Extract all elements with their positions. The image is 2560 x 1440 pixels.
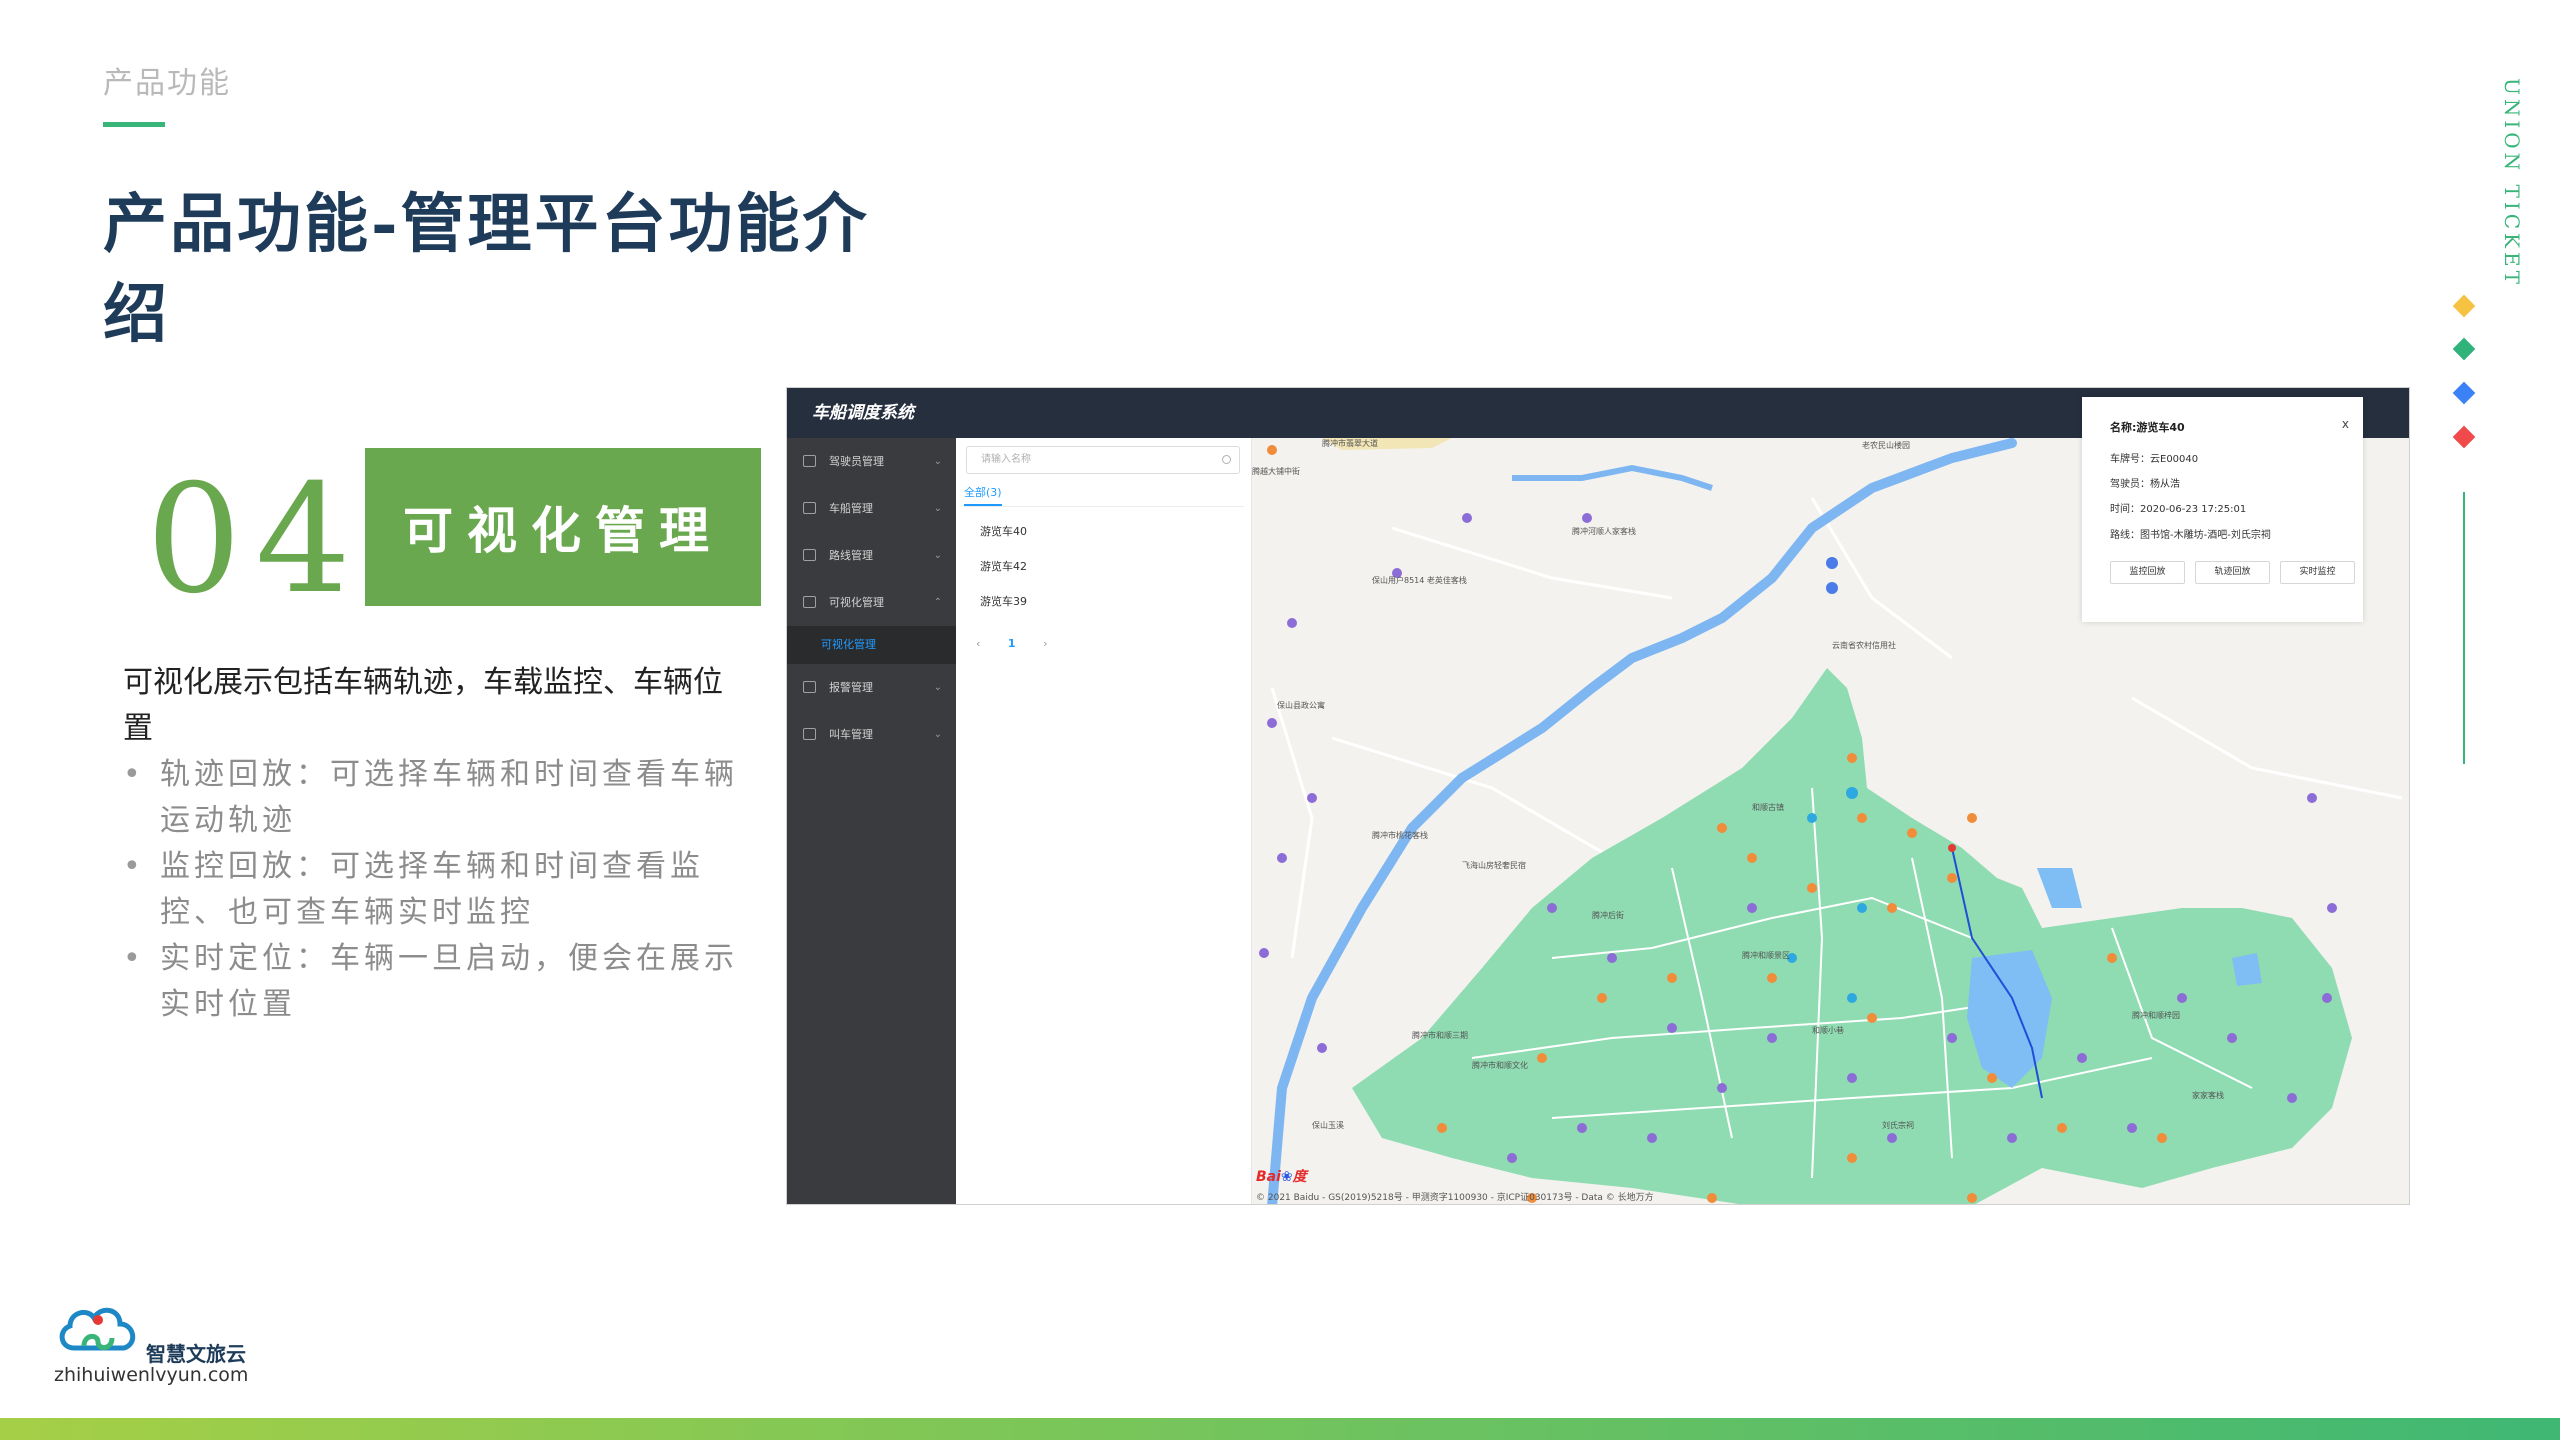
baidu-logo-text: Bai <box>1256 1169 1281 1185</box>
info-time: 时间：2020-06-23 17:25:01 <box>2110 504 2247 515</box>
vehicle-list: 游览车40 游览车42 游览车39 <box>980 524 1027 629</box>
chevron-down-icon: ⌄ <box>933 456 942 467</box>
brand-logo: 智慧文旅云 <box>54 1300 246 1366</box>
section-underline <box>103 122 165 127</box>
map-label: 腾冲市桃花客栈 <box>1372 830 1428 840</box>
map-label: 保山玉溪 <box>1312 1120 1344 1130</box>
map-label: 飞海山房轻奢民宿 <box>1462 860 1526 870</box>
vehicle-info-card: 名称:游览车40 x 车牌号：云E00040 驾驶员：杨从浩 时间：2020-0… <box>2082 397 2363 622</box>
car-icon <box>803 502 816 514</box>
vehicle-search-input[interactable]: 请输入名称 <box>966 446 1240 474</box>
chevron-down-icon: ⌄ <box>933 550 942 561</box>
menu-item-label: 路线管理 <box>829 549 873 562</box>
diamond-green <box>2452 337 2476 361</box>
search-icon[interactable] <box>1222 455 1231 464</box>
bullet-item: 监控回放：可选择车辆和时间查看监控、也可查车辆实时监控 <box>123 844 748 936</box>
map-label: 腾越大铺中街 <box>1252 466 1300 476</box>
map-label: 刘氏宗祠 <box>1882 1120 1914 1130</box>
tab-active-indicator <box>964 504 1002 506</box>
baidu-logo-suffix: 度 <box>1292 1169 1307 1185</box>
pagination: ‹ 1 › <box>976 637 1047 650</box>
menu-item-route[interactable]: 路线管理 ⌄ <box>787 532 956 579</box>
monitor-icon <box>803 596 816 608</box>
side-vertical-text: UNION TICKET <box>2500 78 2524 288</box>
vehicle-item[interactable]: 游览车39 <box>980 594 1027 629</box>
diamond-blue <box>2452 381 2476 405</box>
pager-current[interactable]: 1 <box>1008 637 1016 650</box>
brand-url: zhihuiwenlvyun.com <box>54 1364 249 1386</box>
feature-bullets: 轨迹回放：可选择车辆和时间查看车辆运动轨迹 监控回放：可选择车辆和时间查看监控、… <box>123 752 748 1028</box>
map-label: 腾冲市和顺三期 <box>1412 1030 1468 1040</box>
taxi-icon <box>803 728 816 740</box>
bullet-item: 轨迹回放：可选择车辆和时间查看车辆运动轨迹 <box>123 752 748 844</box>
app-title: 车船调度系统 <box>812 403 914 423</box>
map-label: 保山用户8514 老英佳客栈 <box>1372 575 1467 585</box>
close-icon[interactable]: x <box>2342 417 2349 431</box>
vehicle-panel: 请输入名称 全部(3) 游览车40 游览车42 游览车39 ‹ 1 › <box>956 438 1252 1204</box>
map-label: 云南省农村信用社 <box>1832 640 1896 650</box>
map-label: 腾冲市翡翠大道 <box>1322 438 1378 448</box>
chevron-down-icon: ⌄ <box>933 503 942 514</box>
feature-name-box: 可视化管理 <box>365 448 761 606</box>
diamond-yellow <box>2452 294 2476 318</box>
route-icon <box>803 549 816 561</box>
map-copyright: © 2021 Baidu - GS(2019)5218号 - 甲测资字11009… <box>1256 1193 1654 1203</box>
side-line <box>2463 492 2465 764</box>
map-label: 腾冲后街 <box>1592 910 1624 920</box>
info-route: 路线：图书馆-木雕坊-酒吧-刘氏宗祠 <box>2110 530 2271 541</box>
section-number: 04 <box>146 453 365 627</box>
cloud-logo-icon <box>59 1307 136 1351</box>
menu-item-label: 可视化管理 <box>829 596 884 609</box>
baidu-map-logo: Bai❀度 <box>1256 1166 1307 1186</box>
chevron-down-icon: ⌄ <box>933 682 942 693</box>
submenu-item-visual[interactable]: 可视化管理 <box>787 626 956 664</box>
map-label: 腾冲和顺景区 <box>1742 950 1790 960</box>
bottom-gradient-bar <box>0 1418 2560 1440</box>
feature-description: 可视化展示包括车辆轨迹，车载监控、车辆位置 <box>123 665 723 746</box>
map-label: 腾冲市和顺文化 <box>1472 1060 1528 1070</box>
menu-item-label: 驾驶员管理 <box>829 455 884 468</box>
menu-item-label: 车船管理 <box>829 502 873 515</box>
menu-item-taxi[interactable]: 叫车管理 ⌄ <box>787 711 956 758</box>
info-driver: 驾驶员：杨从浩 <box>2110 479 2180 490</box>
vehicle-item[interactable]: 游览车40 <box>980 524 1027 559</box>
slide-title: 产品功能-管理平台功能介绍 <box>103 187 870 352</box>
map-label: 保山县政公寓 <box>1277 700 1325 710</box>
map-label: 和顺小巷 <box>1812 1026 1844 1035</box>
tab-divider <box>964 506 1244 507</box>
menu-item-alarm[interactable]: 报警管理 ⌄ <box>787 664 956 711</box>
app-screenshot: 车船调度系统 平台用户 驾驶员管理 ⌄ 车船管理 ⌄ 路线管理 ⌄ 可视化管理 … <box>786 387 2410 1205</box>
map-label: 和顺古镇 <box>1752 802 1784 812</box>
track-playback-button[interactable]: 轨迹回放 <box>2195 561 2270 584</box>
tab-all[interactable]: 全部(3) <box>964 484 1002 500</box>
menu-item-visual[interactable]: 可视化管理 ⌃ <box>787 579 956 626</box>
pager-prev[interactable]: ‹ <box>976 637 980 650</box>
info-plate: 车牌号：云E00040 <box>2110 454 2199 465</box>
search-placeholder: 请输入名称 <box>981 454 1031 465</box>
diamond-red <box>2452 425 2476 449</box>
app-sidebar: 驾驶员管理 ⌄ 车船管理 ⌄ 路线管理 ⌄ 可视化管理 ⌃ 可视化管理 报警管理… <box>787 438 956 1204</box>
chevron-up-icon: ⌃ <box>933 597 942 608</box>
map-label: 家家客栈 <box>2192 1090 2224 1100</box>
vehicle-item[interactable]: 游览车42 <box>980 559 1027 594</box>
map-label: 腾冲河顺人家客栈 <box>1572 526 1636 536</box>
pager-next[interactable]: › <box>1043 637 1047 650</box>
monitor-playback-button[interactable]: 监控回放 <box>2110 561 2185 584</box>
chevron-down-icon: ⌄ <box>933 729 942 740</box>
bullet-item: 实时定位：车辆一旦启动，便会在展示实时位置 <box>123 936 748 1028</box>
baidu-paw-icon: ❀ <box>1280 1169 1293 1185</box>
brand-name: 智慧文旅云 <box>146 1342 246 1366</box>
section-label: 产品功能 <box>103 66 231 101</box>
info-vehicle-name: 名称:游览车40 <box>2110 421 2185 434</box>
menu-item-vehicle[interactable]: 车船管理 ⌄ <box>787 485 956 532</box>
live-monitor-button[interactable]: 实时监控 <box>2280 561 2355 584</box>
map-label: 老农民山楼园 <box>1862 440 1910 450</box>
menu-item-label: 可视化管理 <box>821 638 876 651</box>
user-icon <box>803 455 816 467</box>
menu-item-label: 叫车管理 <box>829 728 873 741</box>
alarm-icon <box>803 681 816 693</box>
menu-item-label: 报警管理 <box>829 681 873 694</box>
menu-item-driver[interactable]: 驾驶员管理 ⌄ <box>787 438 956 485</box>
map-label: 腾冲和顺梓园 <box>2132 1010 2180 1020</box>
